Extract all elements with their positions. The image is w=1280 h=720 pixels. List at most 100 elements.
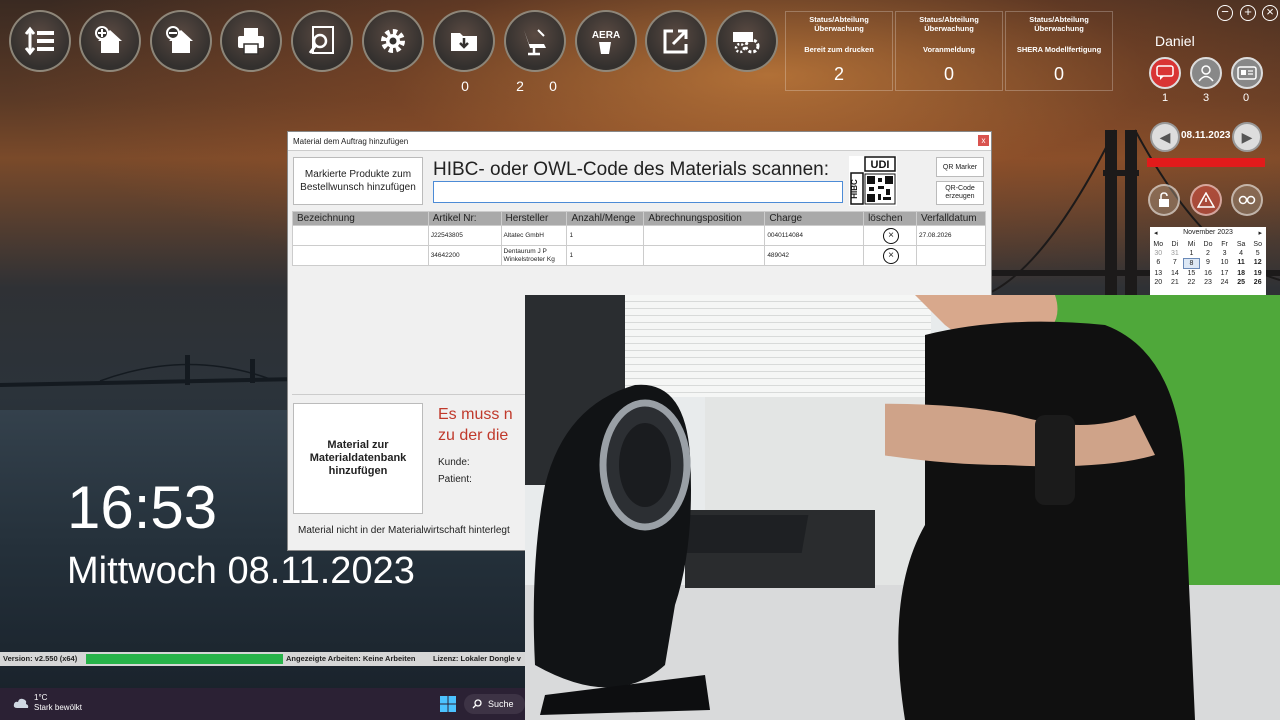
- cell-anzahl[interactable]: 1: [566, 245, 645, 266]
- status-value: 2: [833, 64, 844, 84]
- calendar-day[interactable]: 4: [1233, 249, 1250, 258]
- next-day-button[interactable]: ▶: [1232, 122, 1262, 152]
- calendar-next-icon[interactable]: ▸: [1258, 229, 1262, 238]
- calendar-day[interactable]: 7: [1167, 258, 1184, 269]
- calendar-day[interactable]: 17: [1216, 269, 1233, 278]
- calendar-day[interactable]: 11: [1233, 258, 1250, 269]
- table-row[interactable]: J22543805 Altatec GmbH 1 0040114084 × 27…: [292, 225, 986, 246]
- unlock-icon: [1159, 192, 1169, 207]
- calendar-day[interactable]: 5: [1249, 249, 1266, 258]
- calendar-day[interactable]: 22: [1183, 278, 1200, 287]
- cell-abrechnung[interactable]: [643, 245, 766, 266]
- column-header[interactable]: Bezeichnung: [292, 211, 429, 226]
- calendar-day[interactable]: 18: [1233, 269, 1250, 278]
- id-card-button[interactable]: [1231, 57, 1263, 89]
- machine-button[interactable]: [716, 10, 778, 72]
- table-row[interactable]: 34642200 Dentaurum J P Winkelstroeter Kg…: [292, 245, 986, 266]
- cell-artikel[interactable]: J22543805: [427, 225, 502, 246]
- calendar-prev-icon[interactable]: ◂: [1154, 229, 1158, 238]
- mini-calendar: ◂ November 2023 ▸ Mo Di Mi Do Fr Sa So 3…: [1150, 227, 1266, 295]
- cell-artikel[interactable]: 34642200: [427, 245, 502, 266]
- calendar-day[interactable]: 21: [1167, 278, 1184, 287]
- calendar-day[interactable]: 30: [1150, 249, 1167, 258]
- cell-bezeichnung[interactable]: [292, 245, 429, 266]
- calendar-day[interactable]: 14: [1167, 269, 1184, 278]
- close-button[interactable]: ×: [1262, 5, 1278, 21]
- cell-charge[interactable]: 0040114084: [764, 225, 865, 246]
- clock-date: Mittwoch 08.11.2023: [67, 550, 415, 592]
- cell-charge[interactable]: 489042: [764, 245, 865, 266]
- download-folder-button[interactable]: [433, 10, 495, 72]
- remove-home-button[interactable]: [150, 10, 212, 72]
- scan-input[interactable]: [433, 181, 843, 203]
- taskbar-search[interactable]: Suche: [464, 694, 525, 714]
- sort-list-button[interactable]: [9, 10, 71, 72]
- document-search-button[interactable]: [291, 10, 353, 72]
- prev-day-button[interactable]: ◀: [1150, 122, 1180, 152]
- alert-bar: [1147, 158, 1265, 167]
- qr-code-generate-button[interactable]: QR-Code erzeugen: [936, 181, 984, 205]
- delete-icon[interactable]: ×: [883, 227, 900, 244]
- settings-button[interactable]: [362, 10, 424, 72]
- gear-icon: [381, 29, 405, 53]
- cell-abrechnung[interactable]: [643, 225, 766, 246]
- calendar-day[interactable]: 2: [1200, 249, 1217, 258]
- status-box-shera[interactable]: Status/Abteilung Überwachung SHERA Model…: [1005, 11, 1113, 91]
- calendar-day-selected[interactable]: 8: [1183, 258, 1200, 269]
- column-header[interactable]: Artikel Nr:: [427, 211, 502, 226]
- cell-verfall[interactable]: [916, 245, 986, 266]
- calendar-day[interactable]: 31: [1167, 249, 1184, 258]
- status-box-print[interactable]: Status/Abteilung Überwachung Bereit zum …: [785, 11, 893, 91]
- column-header[interactable]: Charge: [764, 211, 865, 226]
- cell-hersteller[interactable]: Altatec GmbH: [500, 225, 568, 246]
- dialog-close-button[interactable]: x: [978, 135, 989, 146]
- chat-button[interactable]: [1149, 57, 1181, 89]
- print-button[interactable]: [220, 10, 282, 72]
- maximize-button[interactable]: +: [1240, 5, 1256, 21]
- lock-button[interactable]: [1148, 184, 1180, 216]
- external-link-button[interactable]: [645, 10, 707, 72]
- cell-hersteller[interactable]: Dentaurum J P Winkelstroeter Kg: [500, 245, 568, 266]
- calendar-day[interactable]: 24: [1216, 278, 1233, 287]
- cell-anzahl[interactable]: 1: [566, 225, 645, 246]
- column-header[interactable]: Hersteller: [500, 211, 568, 226]
- glasses-button[interactable]: [1231, 184, 1263, 216]
- column-header[interactable]: Verfalldatum: [916, 211, 986, 226]
- delete-icon[interactable]: ×: [883, 247, 900, 264]
- calendar-day[interactable]: 19: [1249, 269, 1266, 278]
- weekday: So: [1253, 241, 1262, 248]
- cell-verfall[interactable]: 27.08.2026: [916, 225, 986, 246]
- column-header[interactable]: Anzahl/Menge: [566, 211, 645, 226]
- status-box-preregistration[interactable]: Status/Abteilung Überwachung Voranmeldun…: [895, 11, 1003, 91]
- calendar-day[interactable]: 6: [1150, 258, 1167, 269]
- qr-marker-button[interactable]: QR Marker: [936, 157, 984, 177]
- minimize-button[interactable]: −: [1217, 5, 1233, 21]
- add-material-database-button[interactable]: Material zur Materialdatenbank hinzufüge…: [293, 403, 423, 514]
- aera-button[interactable]: AERA: [575, 10, 637, 72]
- calendar-day[interactable]: 10: [1216, 258, 1233, 269]
- add-home-button[interactable]: [79, 10, 141, 72]
- calendar-day[interactable]: 12: [1249, 258, 1266, 269]
- calendar-day[interactable]: 26: [1249, 278, 1266, 287]
- column-header[interactable]: Abrechnungsposition: [643, 211, 766, 226]
- calendar-day[interactable]: 15: [1183, 269, 1200, 278]
- status-header: Status/Abteilung Überwachung: [919, 15, 979, 33]
- calendar-day[interactable]: 16: [1200, 269, 1217, 278]
- calendar-day[interactable]: 13: [1150, 269, 1167, 278]
- calendar-day[interactable]: 20: [1150, 278, 1167, 287]
- calendar-day[interactable]: 23: [1200, 278, 1217, 287]
- calendar-day[interactable]: 1: [1183, 249, 1200, 258]
- dental-chair-button[interactable]: [504, 10, 566, 72]
- person-button[interactable]: [1190, 57, 1222, 89]
- chevron-right-icon: ▶: [1241, 128, 1253, 145]
- calendar-day[interactable]: 3: [1216, 249, 1233, 258]
- weekday: Sa: [1236, 241, 1246, 248]
- calendar-day[interactable]: 25: [1233, 278, 1250, 287]
- warning-button[interactable]: [1190, 184, 1222, 216]
- calendar-day[interactable]: 9: [1200, 258, 1217, 269]
- weather-widget[interactable]: 1°C Stark bewölkt: [34, 693, 82, 713]
- cell-bezeichnung[interactable]: [292, 225, 429, 246]
- add-marked-products-button[interactable]: Markierte Produkte zum Bestellwunsch hin…: [293, 157, 423, 205]
- windows-start-icon[interactable]: [440, 696, 456, 712]
- column-header[interactable]: löschen: [863, 211, 917, 226]
